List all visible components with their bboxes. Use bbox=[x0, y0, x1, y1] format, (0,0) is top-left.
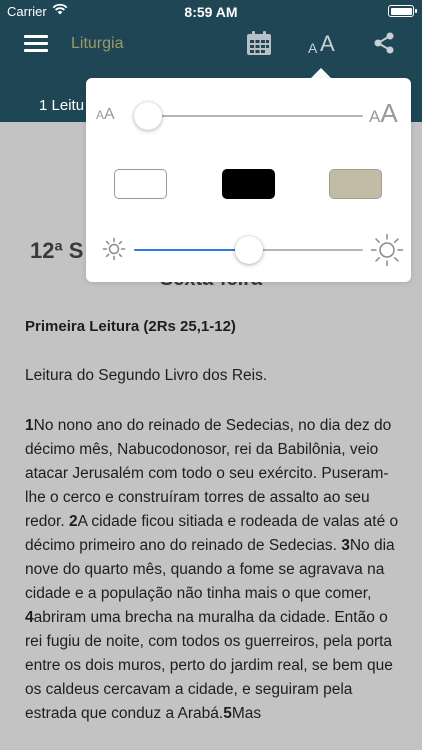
menu-icon[interactable] bbox=[24, 35, 48, 53]
battery-icon bbox=[388, 5, 417, 17]
brightness-slider-fill[interactable] bbox=[134, 249, 249, 251]
verse-number: 3 bbox=[341, 537, 350, 554]
font-size-increase-label: AA bbox=[369, 98, 398, 128]
status-bar: Carrier 8:59 AM bbox=[0, 0, 422, 22]
verse-text: abriram uma brecha na muralha da cidade.… bbox=[25, 609, 393, 722]
clock: 8:59 AM bbox=[184, 4, 238, 20]
brightness-slider-track[interactable] bbox=[248, 249, 363, 251]
verse-number: 4 bbox=[25, 609, 34, 626]
day-title: 12ª S bbox=[30, 238, 84, 263]
font-size-slider-track[interactable] bbox=[134, 115, 363, 117]
theme-sepia-button[interactable] bbox=[329, 169, 382, 199]
theme-white-button[interactable] bbox=[114, 169, 167, 199]
share-icon[interactable] bbox=[372, 31, 396, 55]
brightness-high-icon bbox=[370, 233, 404, 267]
brightness-slider-thumb[interactable] bbox=[234, 236, 263, 264]
verse-number: 5 bbox=[223, 705, 232, 722]
brightness-low-icon bbox=[102, 237, 126, 261]
reading-text: 1No nono ano do reinado de Sedecias, no … bbox=[25, 414, 400, 726]
tab-first-reading[interactable]: 1 Leitu bbox=[39, 97, 84, 114]
theme-black-button[interactable] bbox=[222, 169, 275, 199]
navigation-bar: Liturgia A A bbox=[0, 22, 422, 66]
verse-number: 1 bbox=[25, 417, 34, 434]
display-settings-popover: AA AA bbox=[86, 78, 411, 282]
verse-text: Mas bbox=[231, 705, 262, 722]
font-size-decrease-label: AA bbox=[96, 106, 115, 123]
reading-intro: Leitura do Segundo Livro dos Reis. bbox=[25, 367, 268, 384]
calendar-icon[interactable] bbox=[246, 30, 272, 56]
font-size-slider-thumb[interactable] bbox=[134, 102, 162, 130]
verse-number: 2 bbox=[68, 513, 78, 530]
reading-heading: Primeira Leitura (2Rs 25,1-12) bbox=[25, 318, 236, 335]
font-size-icon[interactable]: A A bbox=[306, 30, 340, 58]
app-title: Liturgia bbox=[71, 35, 124, 52]
